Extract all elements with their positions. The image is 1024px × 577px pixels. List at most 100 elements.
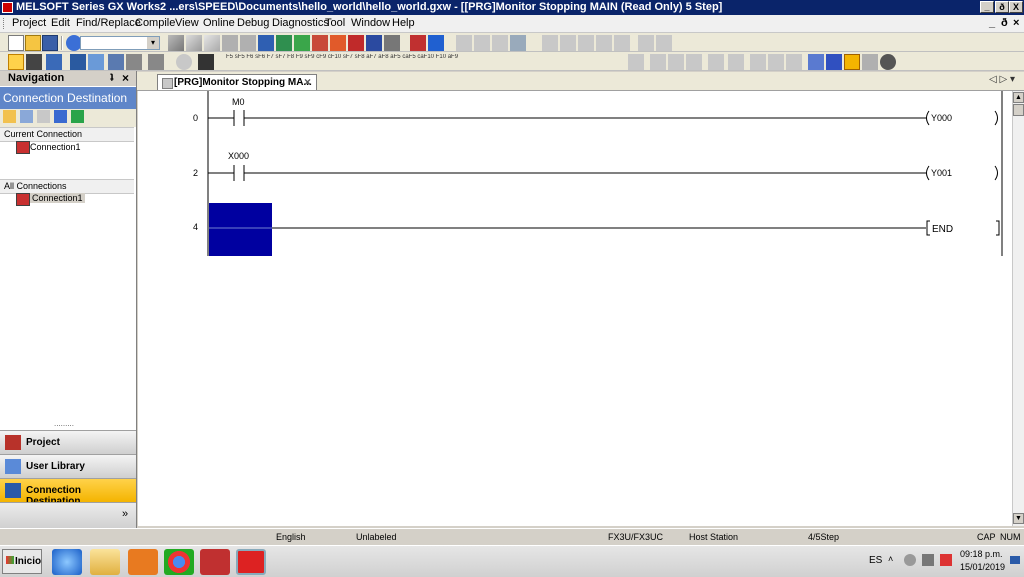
all-connection-item[interactable]: Connection1 [30, 193, 85, 203]
scroll-thumb[interactable] [1013, 104, 1024, 116]
gx-works2-taskbar-icon[interactable] [236, 549, 266, 575]
menu-tool[interactable]: Tool [325, 17, 345, 29]
toolbox-icon[interactable] [200, 549, 230, 575]
zoom-search-icon[interactable] [880, 54, 896, 70]
key-sf7[interactable]: sF7 [275, 54, 285, 60]
menu-window[interactable]: Window [351, 17, 390, 29]
ladder-tool-11-icon[interactable] [826, 54, 842, 70]
key-f9[interactable]: F9 [296, 54, 303, 60]
ladder-rung[interactable]: 2 X000 Y001 [193, 151, 998, 181]
ladder-tool-3-icon[interactable] [668, 54, 684, 70]
key-cf10[interactable]: cF10 [328, 54, 341, 60]
clock-time[interactable]: 09:18 p.m. [960, 549, 1003, 559]
dev-icon[interactable] [428, 35, 444, 51]
read-from-plc-icon[interactable] [276, 35, 292, 51]
properties-icon[interactable] [54, 110, 67, 123]
key-sf8[interactable]: sF8 [355, 54, 365, 60]
nav-button-project[interactable]: Project [0, 430, 136, 454]
undo-icon[interactable] [222, 35, 238, 51]
new-connection-icon[interactable] [3, 110, 16, 123]
key-cf9[interactable]: cF9 [316, 54, 326, 60]
key-af7[interactable]: aF7 [366, 54, 376, 60]
key-af8[interactable]: aF8 [378, 54, 388, 60]
menu-edit[interactable]: Edit [51, 17, 70, 29]
tab-prg-main[interactable]: [PRG]Monitor Stopping MA... × [157, 74, 317, 90]
open-folder-icon[interactable] [25, 35, 41, 51]
child-minimize-button[interactable]: _ [989, 17, 995, 29]
sfc-jump-icon[interactable] [614, 35, 630, 51]
sfc-block-icon[interactable] [560, 35, 576, 51]
ladder-key-strip[interactable]: F5 sF5 F6 sF6 F7 sF7 F8 F9 sF9 cF9 cF10 … [226, 54, 546, 70]
list-icon[interactable] [46, 54, 62, 70]
key-sf9[interactable]: sF9 [305, 54, 315, 60]
key-sf5[interactable]: sF5 [235, 54, 245, 60]
ladder-tool-5-icon[interactable] [708, 54, 724, 70]
ladder-tool-8-icon[interactable] [768, 54, 784, 70]
key-f8[interactable]: F8 [287, 54, 294, 60]
app-icon[interactable] [2, 2, 13, 13]
ladder-tool-icon[interactable] [628, 54, 644, 70]
sfc-branch-icon[interactable] [656, 35, 672, 51]
menu-project[interactable]: Project [12, 17, 46, 29]
ladder-tool-4-icon[interactable] [686, 54, 702, 70]
vertical-scrollbar[interactable]: ▲ ▼ [1012, 91, 1024, 526]
close-icon[interactable]: × [122, 71, 129, 85]
current-connection-item[interactable]: Connection1 [30, 142, 81, 152]
chrome-icon[interactable] [164, 549, 194, 575]
internet-explorer-icon[interactable] [52, 549, 82, 575]
monitor-mode-icon[interactable] [844, 54, 860, 70]
menu-online[interactable]: Online [203, 17, 235, 29]
scroll-up-arrow-icon[interactable]: ▲ [1013, 92, 1024, 103]
paste-icon[interactable] [204, 35, 220, 51]
network-icon[interactable] [922, 554, 934, 566]
clock-date[interactable]: 15/01/2019 [960, 562, 1005, 572]
cross-reference-icon[interactable] [108, 54, 124, 70]
paste-connection-icon[interactable] [37, 110, 50, 123]
minimize-button[interactable]: _ [980, 1, 994, 13]
device-test-icon[interactable] [384, 35, 400, 51]
copy-icon[interactable] [186, 35, 202, 51]
verify-icon[interactable] [294, 35, 310, 51]
ladder-rung[interactable]: 4 END [193, 203, 1000, 256]
display-mode-icon[interactable] [26, 54, 42, 70]
restore-button[interactable]: ð [995, 1, 1009, 13]
project-view-icon[interactable] [8, 54, 24, 70]
window-arrange-icon[interactable] [510, 35, 526, 51]
more-buttons-icon[interactable]: » [122, 508, 128, 520]
pin-icon[interactable]: ʇ [110, 72, 114, 84]
ladder-tool-9-icon[interactable] [786, 54, 802, 70]
key-f5[interactable]: F5 [226, 54, 233, 60]
device-search-icon[interactable] [148, 54, 164, 70]
binoculars-icon[interactable] [198, 54, 214, 70]
menu-diagnostics[interactable]: Diagnostics [272, 17, 329, 29]
key-sf6[interactable]: sF6 [255, 54, 265, 60]
key-f6[interactable]: F6 [246, 54, 253, 60]
key-af5[interactable]: aF5 [390, 54, 400, 60]
cursor-selection[interactable] [209, 203, 272, 256]
ladder-tool-7-icon[interactable] [750, 54, 766, 70]
watch-icon[interactable] [366, 35, 382, 51]
chevron-down-icon[interactable]: ▾ [147, 37, 159, 49]
monitor-all-icon[interactable] [348, 35, 364, 51]
key-caf10[interactable]: caF10 [417, 54, 434, 60]
ladder-tool-12-icon[interactable] [862, 54, 878, 70]
nav-button-user-library[interactable]: User Library [0, 454, 136, 478]
key-f7[interactable]: F7 [267, 54, 274, 60]
sfc-icon[interactable] [542, 35, 558, 51]
replace-icon[interactable] [492, 35, 508, 51]
ladder-diagram[interactable]: 0 M0 Y000 2 X000 Y001 4 END [138, 91, 1012, 526]
device-list-icon[interactable] [70, 54, 86, 70]
new-project-icon[interactable] [8, 35, 24, 51]
action-center-icon[interactable] [940, 554, 952, 566]
print-icon[interactable] [456, 35, 472, 51]
menu-view[interactable]: View [175, 17, 199, 29]
menu-compile[interactable]: Compile [135, 17, 175, 29]
ladder-tool-2-icon[interactable] [650, 54, 666, 70]
device-combo[interactable]: ▾ [80, 36, 160, 50]
tab-navigation-arrows[interactable]: ◁ ▷ ▾ [989, 74, 1015, 85]
ladder-editor[interactable]: 0 M0 Y000 2 X000 Y001 4 END [138, 91, 1012, 526]
splitter-grip[interactable]: ......... [54, 419, 74, 428]
show-desktop-icon[interactable] [1010, 556, 1020, 564]
monitor-stop-icon[interactable] [330, 35, 346, 51]
sfc-step-icon[interactable] [578, 35, 594, 51]
